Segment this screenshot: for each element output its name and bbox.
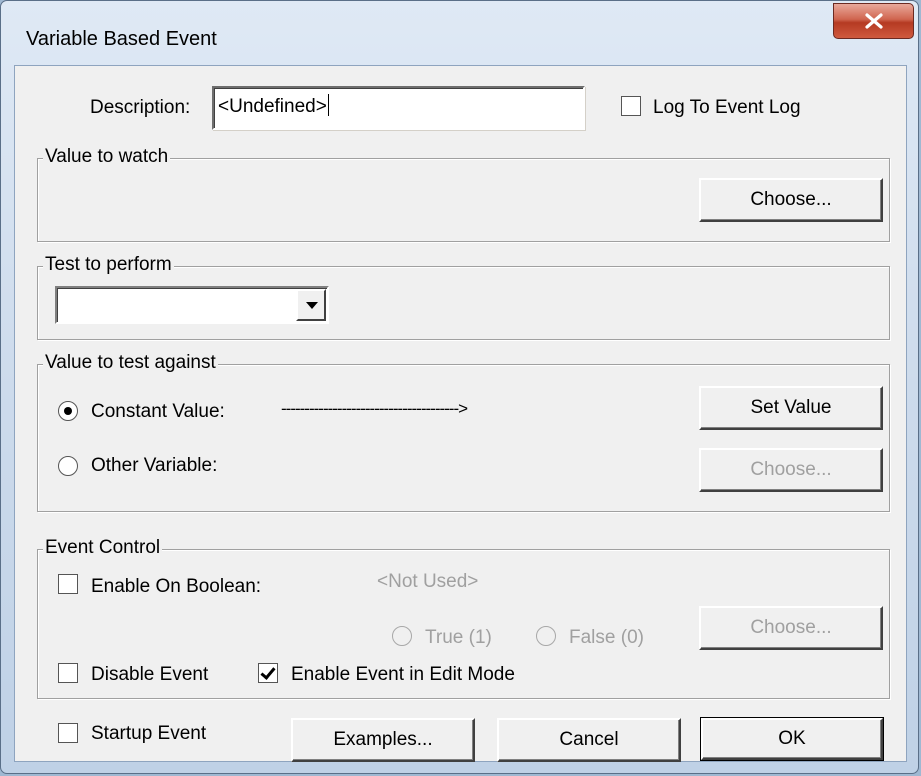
disable-event-label: Disable Event bbox=[91, 664, 209, 685]
choose-watch-button[interactable]: Choose... bbox=[699, 178, 883, 222]
chevron-down-icon[interactable] bbox=[296, 289, 326, 321]
cancel-button[interactable]: Cancel bbox=[497, 718, 681, 762]
startup-event-checkbox[interactable] bbox=[58, 723, 78, 743]
close-icon bbox=[865, 13, 883, 29]
examples-button[interactable]: Examples... bbox=[291, 718, 475, 762]
description-value: <Undefined> bbox=[218, 96, 327, 117]
value-to-watch-group: Value to watch Choose... bbox=[37, 146, 890, 242]
startup-event-label: Startup Event bbox=[91, 723, 207, 744]
not-used-text: <Not Used> bbox=[377, 571, 479, 592]
event-control-legend: Event Control bbox=[43, 537, 163, 559]
description-input[interactable]: <Undefined> bbox=[212, 86, 585, 130]
value-to-test-legend: Value to test against bbox=[43, 352, 218, 374]
description-label: Description: bbox=[90, 97, 191, 118]
true-label: True (1) bbox=[425, 627, 492, 648]
log-to-event-log-label: Log To Event Log bbox=[653, 97, 801, 118]
choose-other-variable-button[interactable]: Choose... bbox=[699, 448, 883, 492]
title-bar[interactable]: Variable Based Event bbox=[1, 1, 918, 59]
enable-on-boolean-label: Enable On Boolean: bbox=[91, 576, 262, 597]
log-to-event-log-checkbox[interactable] bbox=[621, 96, 641, 116]
dialog-window: Variable Based Event Description: <Undef… bbox=[0, 0, 919, 774]
false-label: False (0) bbox=[569, 627, 644, 648]
other-variable-label: Other Variable: bbox=[91, 455, 218, 476]
enable-edit-mode-label: Enable Event in Edit Mode bbox=[291, 664, 515, 685]
set-value-button[interactable]: Set Value bbox=[699, 386, 883, 430]
constant-value-label: Constant Value: bbox=[91, 401, 225, 422]
window-title: Variable Based Event bbox=[26, 28, 217, 50]
value-to-watch-legend: Value to watch bbox=[43, 146, 171, 168]
ok-button[interactable]: OK bbox=[700, 717, 884, 761]
true-radio[interactable] bbox=[392, 626, 412, 646]
choose-boolean-button[interactable]: Choose... bbox=[699, 606, 883, 650]
close-button[interactable] bbox=[833, 3, 914, 39]
false-radio[interactable] bbox=[536, 626, 556, 646]
test-to-perform-dropdown[interactable] bbox=[55, 286, 329, 324]
test-to-perform-legend: Test to perform bbox=[43, 254, 174, 276]
arrow-text: --------------------------------------> bbox=[281, 399, 468, 418]
constant-value-radio[interactable] bbox=[58, 401, 78, 421]
dialog-content: Description: <Undefined> Log To Event Lo… bbox=[14, 65, 907, 762]
enable-on-boolean-checkbox[interactable] bbox=[58, 574, 78, 594]
other-variable-radio[interactable] bbox=[58, 456, 78, 476]
enable-edit-mode-checkbox[interactable] bbox=[258, 663, 278, 683]
disable-event-checkbox[interactable] bbox=[58, 663, 78, 683]
